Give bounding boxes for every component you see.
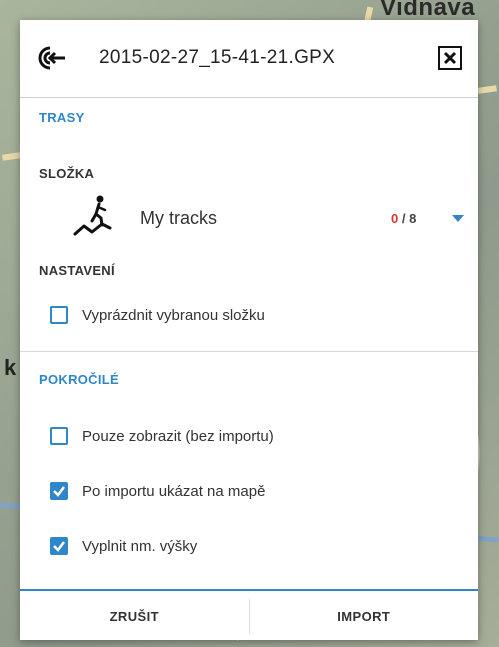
fill-elevation-checkbox[interactable] [50,537,68,555]
show-on-map-option[interactable]: Po importu ukázat na mapě [50,482,265,500]
section-divider [20,351,478,352]
map-place-label: Vidnava [380,0,476,21]
close-button[interactable] [438,46,462,70]
section-folder-label: SLOŽKA [39,166,95,181]
dialog-header: 2015-02-27_15-41-21.GPX [20,20,478,98]
dropdown-arrow-icon[interactable] [452,215,464,222]
only-show-checkbox[interactable] [50,427,68,445]
count-separator: / [398,211,410,226]
empty-folder-option[interactable]: Vyprázdnit vybranou složku [50,306,265,324]
import-dialog: 2015-02-27_15-41-21.GPX TRASY SLOŽKA My … [20,20,478,640]
section-tracks-label: TRASY [39,110,85,125]
section-advanced-label: POKROČILÉ [39,372,119,387]
count-total: 8 [409,211,417,226]
import-icon [38,46,65,70]
folder-select-label[interactable]: My tracks [140,208,217,229]
hiker-track-icon [73,195,112,236]
dialog-title: 2015-02-27_15-41-21.GPX [99,47,336,68]
map-fragment-label: k [4,355,17,380]
close-icon [443,51,457,65]
checkmark-icon [53,541,65,552]
only-show-label: Pouze zobrazit (bez importu) [82,427,274,445]
cancel-button[interactable]: ZRUŠIT [20,591,249,642]
import-button[interactable]: IMPORT [250,591,479,642]
show-on-map-checkbox[interactable] [50,482,68,500]
fill-elevation-option[interactable]: Vyplnit nm. výšky [50,537,197,555]
only-show-option[interactable]: Pouze zobrazit (bez importu) [50,427,274,445]
empty-folder-label: Vyprázdnit vybranou složku [82,306,265,324]
empty-folder-checkbox[interactable] [50,306,68,324]
checkmark-icon [53,486,65,497]
show-on-map-label: Po importu ukázat na mapě [82,482,266,500]
fill-elevation-label: Vyplnit nm. výšky [82,537,198,555]
folder-track-count: 0 / 8 [391,211,416,226]
dialog-footer: ZRUŠIT IMPORT [20,589,478,642]
section-settings-label: NASTAVENÍ [39,263,115,278]
